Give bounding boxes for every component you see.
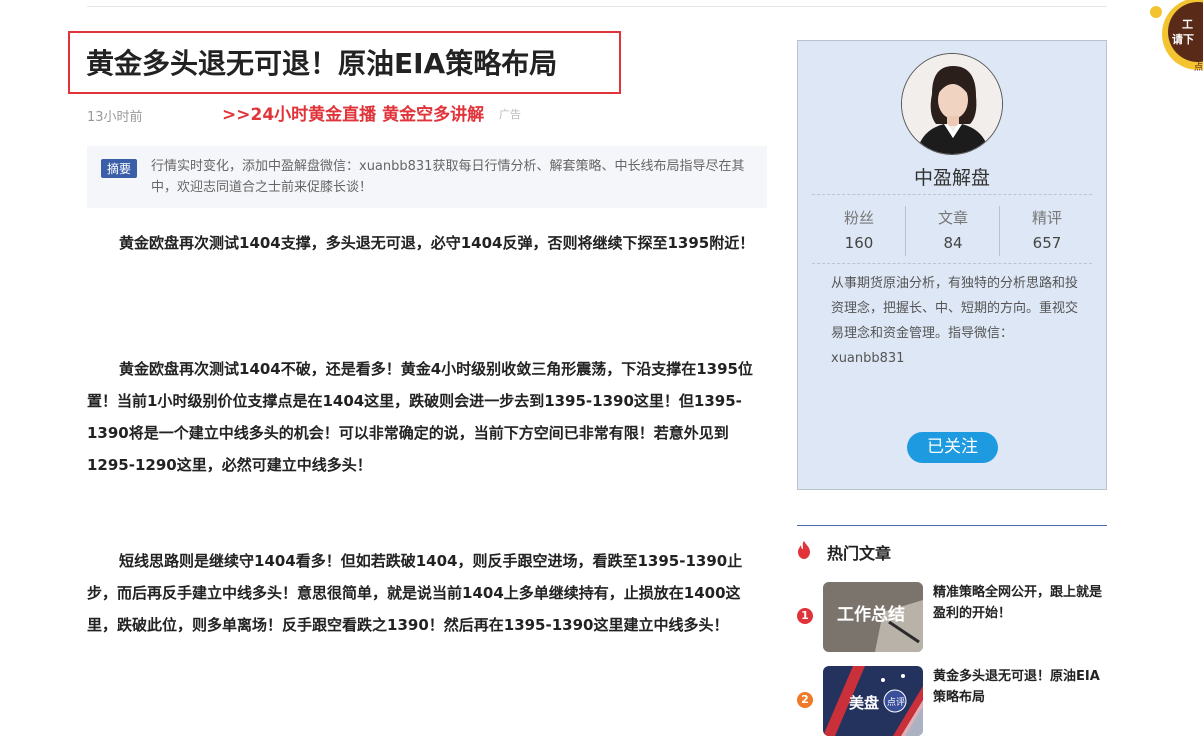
stat-value: 84 bbox=[943, 234, 963, 252]
corner-text-3: 点 bbox=[1194, 62, 1203, 73]
stat-featured: 精评 657 bbox=[1000, 207, 1094, 252]
article-paragraph: 短线思路则是继续守1404看多！但如若跌破1404，则反手跟空进场，看跌至139… bbox=[87, 552, 743, 634]
stat-label: 精评 bbox=[1031, 209, 1062, 227]
stat-articles: 文章 84 bbox=[906, 207, 1000, 252]
promo-link[interactable]: >>24小时黄金直播 黄金空多讲解 bbox=[222, 100, 484, 125]
avatar-image bbox=[902, 54, 1002, 154]
hot-article-thumbnail[interactable]: 美盘 点评 bbox=[823, 666, 923, 736]
stat-fans: 粉丝 160 bbox=[812, 207, 906, 252]
rank-badge: 1 bbox=[797, 608, 813, 624]
corner-promo-badge[interactable]: 工 请下 点 bbox=[1150, 0, 1203, 80]
divider bbox=[812, 194, 1092, 195]
hot-article-item[interactable]: 2 美盘 点评 黄金多头退无可退！原油EIA策略布局 bbox=[797, 666, 1107, 736]
ad-label: 广告 bbox=[499, 108, 521, 121]
hot-divider bbox=[797, 525, 1107, 526]
corner-text-2: 请下 bbox=[1172, 32, 1194, 46]
thumb-caption: 美盘 bbox=[849, 694, 879, 712]
thumbnail-image: 工作总结 bbox=[823, 582, 923, 652]
stat-label: 粉丝 bbox=[843, 209, 874, 227]
article-title: 黄金多头退无可退！原油EIA策略布局 bbox=[86, 47, 558, 80]
stat-label: 文章 bbox=[937, 209, 968, 227]
thumb-caption-2: 点评 bbox=[887, 697, 905, 708]
author-avatar[interactable] bbox=[901, 53, 1003, 155]
top-divider bbox=[87, 6, 1107, 7]
author-bio: 从事期货原油分析，有独特的分析思路和投资理念，把握长、中、短期的方向。重视交易理… bbox=[831, 276, 1079, 366]
author-name[interactable]: 中盈解盘 bbox=[798, 163, 1106, 190]
stat-value: 657 bbox=[1032, 234, 1062, 252]
author-card: 中盈解盘 粉丝 160 文章 84 精评 657 从事期货原油分析，有独特的分析… bbox=[797, 40, 1107, 490]
summary-box: 摘要 行情实时变化，添加中盈解盘微信：xuanbb831获取每日行情分析、解套策… bbox=[87, 146, 767, 208]
divider bbox=[812, 263, 1092, 264]
article-paragraph: 黄金欧盘再次测试1404支撑，多头退无可退，必守1404反弹，否则将继续下探至1… bbox=[119, 234, 755, 252]
hot-article-thumbnail[interactable]: 工作总结 bbox=[823, 582, 923, 652]
rank-badge: 2 bbox=[797, 692, 813, 708]
corner-text-1: 工 bbox=[1182, 18, 1193, 31]
stat-value: 160 bbox=[844, 234, 874, 252]
hot-article-title[interactable]: 黄金多头退无可退！原油EIA策略布局 bbox=[933, 666, 1105, 708]
hot-articles-title: 热门文章 bbox=[827, 544, 892, 563]
publish-time: 13小时前 bbox=[87, 110, 143, 125]
summary-badge: 摘要 bbox=[101, 159, 138, 178]
fire-icon bbox=[798, 541, 810, 559]
thumbnail-image: 美盘 点评 bbox=[823, 666, 923, 736]
follow-button[interactable]: 已关注 bbox=[907, 432, 998, 463]
hot-article-item[interactable]: 1 工作总结 精准策略全网公开，跟上就是盈利的开始！ bbox=[797, 582, 1107, 652]
summary-text: 行情实时变化，添加中盈解盘微信：xuanbb831获取每日行情分析、解套策略、中… bbox=[151, 159, 745, 195]
article-paragraph: 黄金欧盘再次测试1404不破，还是看多！黄金4小时级别收敛三角形震荡，下沿支撑在… bbox=[87, 360, 753, 474]
thumb-caption: 工作总结 bbox=[837, 604, 905, 625]
hot-article-title[interactable]: 精准策略全网公开，跟上就是盈利的开始！ bbox=[933, 582, 1105, 624]
